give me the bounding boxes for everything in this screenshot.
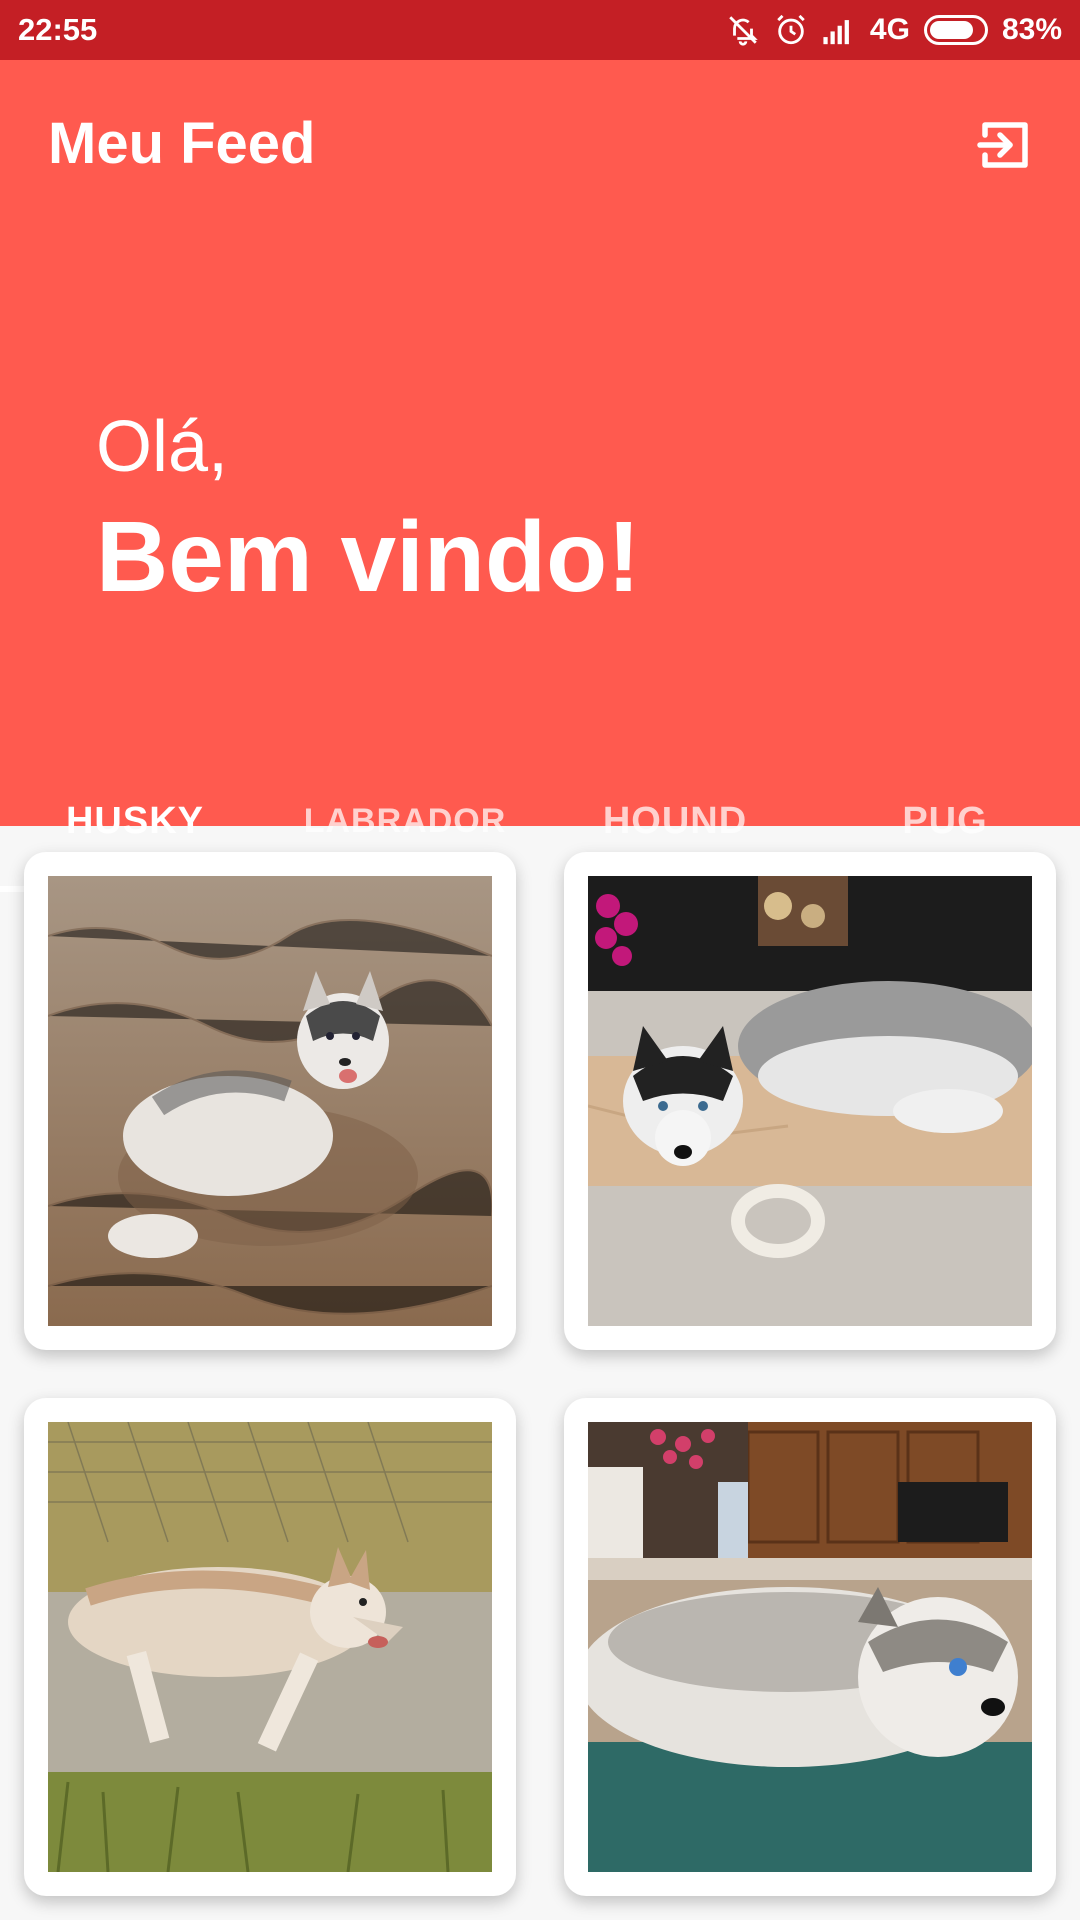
photo-card[interactable]: [24, 1398, 516, 1896]
husky-photo: [588, 876, 1032, 1326]
greeting-small: Olá,: [96, 407, 229, 487]
photo-card[interactable]: [564, 852, 1056, 1350]
signal-icon: [822, 15, 856, 45]
alarm-icon: [774, 13, 808, 47]
battery-icon: [923, 15, 988, 45]
status-bar: 22:55 4G 83%: [0, 0, 1080, 60]
photo-card[interactable]: [24, 852, 516, 1350]
mute-icon: [726, 13, 760, 47]
husky-photo: [48, 1422, 492, 1872]
app-header: Meu Feed Olá, Bem vindo! HUSKY LABRADOR …: [0, 60, 1080, 892]
battery-percent: 83%: [1001, 13, 1062, 46]
status-time: 22:55: [18, 12, 98, 47]
status-icons: 4G 83%: [726, 13, 1062, 47]
photo-card[interactable]: [564, 1398, 1056, 1896]
app-title: Meu Feed: [48, 111, 316, 176]
husky-photo: [48, 876, 492, 1326]
logout-button[interactable]: [970, 112, 1040, 182]
logout-icon: [975, 115, 1035, 180]
network-label: 4G: [869, 13, 910, 46]
photo-grid: [0, 826, 1080, 1920]
husky-photo: [588, 1422, 1032, 1872]
greeting-big: Bem vindo!: [96, 501, 641, 613]
